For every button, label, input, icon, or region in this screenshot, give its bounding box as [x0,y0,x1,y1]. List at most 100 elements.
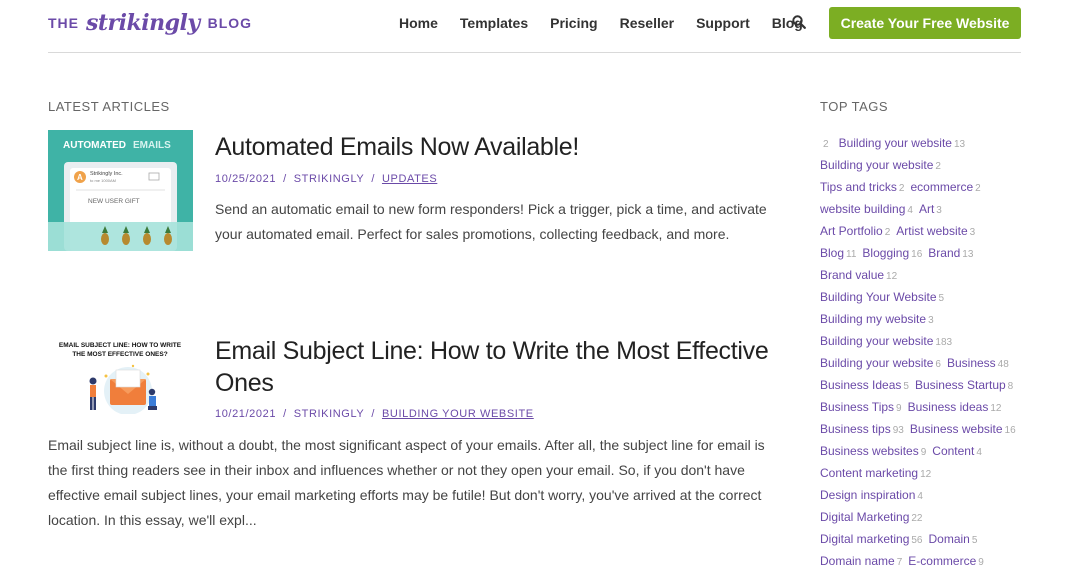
tag-name: Business tips [820,422,891,436]
tag-link[interactable]: Building your website 13 [839,136,966,150]
latest-articles-heading: LATEST ARTICLES [48,99,170,114]
tag-link[interactable]: Digital Marketing 22 [820,510,923,524]
tag-count: 12 [920,469,932,480]
tag-link[interactable]: Business 48 [947,356,1009,370]
tag-line: Content marketing 12 [820,462,1020,484]
tag-link[interactable]: Blog 11 [820,246,856,260]
nav-support[interactable]: Support [696,15,750,31]
article-author[interactable]: STRIKINGLY [294,408,365,420]
tag-name: Artist website [896,224,968,238]
create-website-button[interactable]: Create Your Free Website [829,7,1021,39]
tag-line: Business Tips 9 Business ideas 12 [820,396,1020,418]
tag-name: Business website [909,422,1003,436]
tag-link[interactable]: Business Startup 8 [915,378,1013,392]
tag-line: Building your website 183 [820,330,1020,352]
tag-count: 8 [1007,381,1014,392]
tag-link[interactable]: Business Tips 9 [820,400,902,414]
tag-count: 2 [823,139,829,150]
tag-count: 6 [935,359,941,370]
tag-line: website building 4 Art 3 [820,198,1020,220]
article-title-line2[interactable]: Ones [215,367,274,399]
article-title[interactable]: Automated Emails Now Available! [215,131,579,163]
article-date: 10/21/2021 [215,408,277,420]
tag-name: Building Your Website [820,290,937,304]
tag-name: Content [932,444,975,458]
tag-link[interactable]: Building my website 3 [820,312,934,326]
tag-line: Business tips 93 Business website 16 [820,418,1020,440]
tag-link[interactable]: Blogging 16 [862,246,922,260]
tag-link[interactable]: E-commerce 9 [908,554,984,568]
thumb-sender-sub: to me 1000AM [90,178,116,183]
tag-link[interactable]: Design inspiration 4 [820,488,923,502]
tag-link[interactable]: Building Your Website 5 [820,290,944,304]
tag-link[interactable]: Digital marketing 56 [820,532,923,546]
tag-count: 9 [896,403,902,414]
article-date: 10/25/2021 [215,173,277,185]
article-category[interactable]: BUILDING YOUR WEBSITE [382,408,534,420]
tag-link[interactable]: Business tips 93 [820,422,904,436]
tag-name: Business ideas [907,400,989,414]
tag-name: Content marketing [820,466,919,480]
article-meta: 10/25/2021/STRIKINGLY / UPDATES [215,173,438,185]
tag-count: 5 [938,293,945,304]
tag-link[interactable]: Building your website 6 [820,356,941,370]
tag-count: 7 [896,557,903,568]
tag-name: Building your website [820,334,934,348]
tag-count: 5 [903,381,909,392]
tag-link[interactable]: 2 [820,136,833,150]
nav-templates[interactable]: Templates [460,15,528,31]
tag-line: Business Ideas 5 Business Startup 8 [820,374,1020,396]
tag-link[interactable]: Building your website 183 [820,334,952,348]
tag-link[interactable]: Artist website 3 [896,224,975,238]
article-title-line1[interactable]: Email Subject Line: How to Write the Mos… [215,335,769,367]
tag-link[interactable]: Art Portfolio 2 [820,224,890,238]
tag-link[interactable]: Brand value 12 [820,268,897,282]
tag-name: Business websites [820,444,919,458]
article-thumbnail-automated-emails[interactable]: AUTOMATED EMAILS A Strikingly Inc. to me… [48,130,193,251]
tag-name: Business Ideas [820,378,902,392]
tag-link[interactable]: Content marketing 12 [820,466,931,480]
tag-line: Brand value 12 [820,264,1020,286]
article-thumbnail-email-subject[interactable]: EMAIL SUBJECT LINE: HOW TO WRITE THE MOS… [48,336,193,414]
tag-link[interactable]: website building 4 [820,202,913,216]
nav-pricing[interactable]: Pricing [550,15,597,31]
tag-link[interactable]: Art 3 [919,202,942,216]
nav-home[interactable]: Home [399,15,438,31]
tag-link[interactable]: Brand 13 [928,246,973,260]
blog-logo[interactable]: THE strikingly BLOG [48,8,252,38]
tag-link[interactable]: Business websites 9 [820,444,926,458]
article-excerpt: Send an automatic email to new form resp… [215,201,767,242]
tag-count: 22 [911,513,923,524]
tag-name: Domain name [820,554,895,568]
tag-count: 13 [953,139,966,150]
tag-link[interactable]: Domain 5 [929,532,978,546]
header-divider [48,52,1021,53]
tag-link[interactable]: Domain name 7 [820,554,902,568]
tag-line: Digital Marketing 22 [820,506,1020,528]
tag-link[interactable]: Tips and tricks 2 [820,180,904,194]
article-author[interactable]: STRIKINGLY [294,173,365,185]
tag-name: Art [918,202,935,216]
tag-link[interactable]: Building your website 2 [820,158,941,172]
article-category[interactable]: UPDATES [382,173,437,185]
thumb-avatar-letter: A [77,173,83,182]
tag-line: Design inspiration 4 [820,484,1020,506]
tag-name: Domain [928,532,970,546]
tag-name: Tips and tricks [820,180,897,194]
nav-reseller[interactable]: Reseller [620,15,674,31]
thumb-heading-a: AUTOMATED [63,140,126,151]
tag-link[interactable]: Content 4 [932,444,982,458]
tag-link[interactable]: Business Ideas 5 [820,378,909,392]
tag-link[interactable]: ecommerce 2 [910,180,980,194]
tag-count: 16 [1004,425,1016,436]
tag-link[interactable]: Business website 16 [910,422,1016,436]
tag-count: 3 [936,205,942,216]
tag-count: 3 [928,315,934,326]
main-nav: Home Templates Pricing Reseller Support … [399,14,825,32]
tag-line: Building your website 2 [820,154,1020,176]
tag-name: E-commerce [908,554,977,568]
tag-count: 2 [975,183,981,194]
top-tags-heading: TOP TAGS [820,99,889,114]
tag-link[interactable]: Business ideas 12 [908,400,1002,414]
search-icon[interactable] [792,15,806,29]
